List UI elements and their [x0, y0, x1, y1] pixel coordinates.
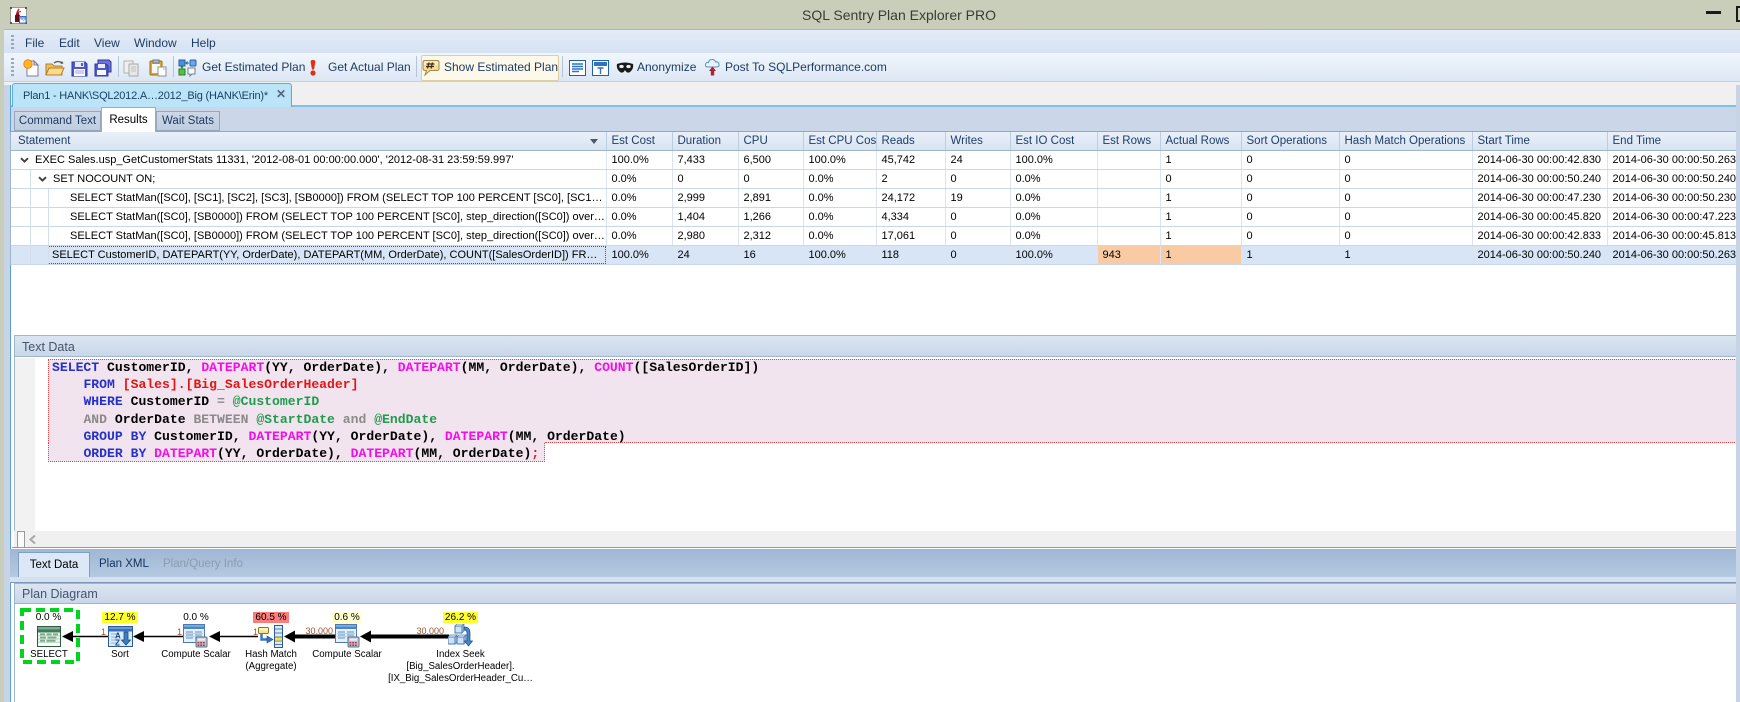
- svg-text:Z: Z: [115, 639, 120, 648]
